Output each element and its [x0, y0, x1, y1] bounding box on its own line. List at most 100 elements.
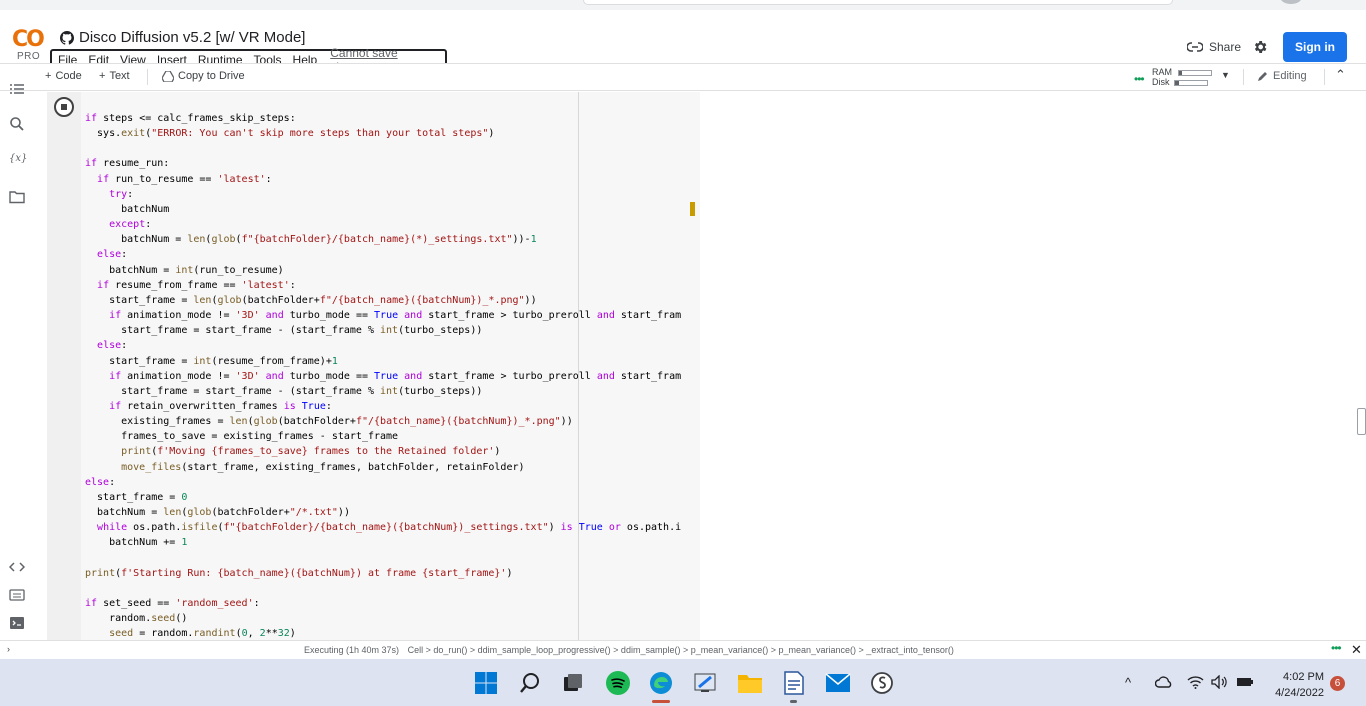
warning-marker	[690, 202, 695, 216]
search-icon[interactable]	[9, 116, 25, 132]
code-line[interactable]: if animation_mode != '3D' and turbo_mode…	[85, 308, 681, 323]
code-line[interactable]: batchNum = len(glob(batchFolder+"/*.txt"…	[85, 505, 681, 520]
chevron-up-icon[interactable]: ^	[1125, 675, 1131, 690]
share-button[interactable]: Share	[1187, 40, 1241, 54]
stop-execution-button[interactable]	[54, 97, 74, 117]
connected-dots-icon: •••	[1134, 72, 1145, 86]
status-bar: › Executing (1h 40m 37s) Cell > do_run()…	[0, 640, 1366, 659]
chevron-down-icon[interactable]: ▼	[1221, 70, 1230, 80]
add-text-button[interactable]: + Text	[99, 70, 130, 82]
ram-bar	[1178, 69, 1212, 76]
drive-icon	[162, 70, 174, 82]
code-line[interactable]: seed = random.randint(0, 2**32)	[85, 626, 681, 640]
system-clock[interactable]: 4:02 PM 4/24/2022	[1262, 669, 1324, 701]
code-line[interactable]: frames_to_save = existing_frames - start…	[85, 429, 681, 444]
file-explorer-icon[interactable]	[737, 670, 763, 696]
code-line[interactable]: print(f'Moving {frames_to_save} frames t…	[85, 444, 681, 459]
code-line[interactable]: print(f'Starting Run: {batch_name}({batc…	[85, 566, 681, 581]
code-line[interactable]: if steps <= calc_frames_skip_steps:	[85, 111, 681, 126]
add-text-label: Text	[109, 70, 130, 82]
code-line[interactable]: batchNum = len(glob(f"{batchFolder}/{bat…	[85, 232, 681, 247]
copy-to-drive-button[interactable]: Copy to Drive	[162, 70, 245, 82]
share-label: Share	[1209, 40, 1242, 54]
expand-icon[interactable]: ›	[7, 644, 10, 654]
pencil-icon	[1258, 72, 1267, 81]
command-palette-icon[interactable]	[9, 587, 25, 603]
scrollbar-thumb[interactable]	[1357, 408, 1366, 435]
code-line[interactable]: else:	[85, 338, 681, 353]
execution-trace: Cell > do_run() > ddim_sample_loop_progr…	[407, 645, 954, 655]
code-line[interactable]: existing_frames = len(glob(batchFolder+f…	[85, 414, 681, 429]
code-line[interactable]: while os.path.isfile(f"{batchFolder}/{ba…	[85, 520, 681, 535]
editing-label: Editing	[1273, 70, 1307, 82]
gear-icon[interactable]	[1252, 39, 1268, 55]
code-line[interactable]: start_frame = start_frame - (start_frame…	[85, 384, 681, 399]
volume-icon[interactable]	[1211, 675, 1227, 689]
app-icon[interactable]	[869, 670, 895, 696]
search-icon[interactable]	[517, 670, 543, 696]
code-snippets-icon[interactable]	[9, 559, 25, 575]
add-code-button[interactable]: + Code	[45, 70, 82, 82]
windows-taskbar: ^ 4:02 PM 4/24/2022 6	[0, 659, 1366, 706]
code-line[interactable]: except:	[85, 217, 681, 232]
variables-icon[interactable]: {x}	[9, 153, 27, 169]
spotify-icon[interactable]	[605, 670, 631, 696]
onedrive-icon[interactable]	[1155, 676, 1173, 688]
files-icon[interactable]	[9, 189, 25, 205]
github-icon	[60, 30, 74, 45]
close-icon[interactable]: ✕	[1351, 642, 1362, 658]
code-line[interactable]: if resume_run:	[85, 156, 681, 171]
code-line[interactable]: start_frame = 0	[85, 490, 681, 505]
code-line[interactable]: start_frame = int(resume_from_frame)+1	[85, 354, 681, 369]
active-app-indicator	[652, 700, 670, 703]
table-of-contents-icon[interactable]	[9, 81, 25, 97]
code-line[interactable]: if resume_from_frame == 'latest':	[85, 278, 681, 293]
code-line[interactable]: batchNum += 1	[85, 535, 681, 550]
pro-label: PRO	[17, 51, 41, 62]
code-line[interactable]: sys.exit("ERROR: You can't skip more ste…	[85, 126, 681, 141]
wifi-icon[interactable]	[1187, 675, 1204, 689]
notification-badge[interactable]: 6	[1330, 676, 1345, 691]
code-line[interactable]	[85, 581, 681, 596]
chevron-up-icon[interactable]: ⌃	[1335, 67, 1346, 83]
paint-icon[interactable]	[692, 670, 718, 696]
code-line[interactable]: start_frame = len(glob(batchFolder+f"/{b…	[85, 293, 681, 308]
toolbar-divider	[1243, 69, 1244, 85]
browser-strip	[0, 0, 1366, 10]
colab-header: CO PRO Disco Diffusion v5.2 [w/ VR Mode]…	[0, 10, 1366, 74]
code-line[interactable]: if run_to_resume == 'latest':	[85, 172, 681, 187]
code-line[interactable]: start_frame = start_frame - (start_frame…	[85, 323, 681, 338]
sign-in-button[interactable]: Sign in	[1283, 32, 1347, 62]
task-view-icon[interactable]	[560, 670, 586, 696]
terminal-icon[interactable]	[9, 615, 25, 631]
code-line[interactable]: else:	[85, 247, 681, 262]
code-line[interactable]: if set_seed == 'random_seed':	[85, 596, 681, 611]
code-line[interactable]: move_files(start_frame, existing_frames,…	[85, 460, 681, 475]
code-line[interactable]: random.seed()	[85, 611, 681, 626]
code-line[interactable]	[85, 551, 681, 566]
resource-monitor[interactable]: RAM Disk	[1152, 67, 1212, 87]
code-line[interactable]	[85, 141, 681, 156]
edge-icon[interactable]	[648, 670, 674, 696]
windows-start-icon[interactable]	[473, 670, 499, 696]
mail-icon[interactable]	[825, 670, 851, 696]
copy-to-drive-label: Copy to Drive	[178, 70, 245, 82]
code-line[interactable]: else:	[85, 475, 681, 490]
stop-icon	[61, 104, 67, 110]
colab-logo[interactable]: CO	[12, 27, 45, 52]
address-bar[interactable]	[583, 0, 1173, 5]
code-cell[interactable]: if steps <= calc_frames_skip_steps: sys.…	[47, 92, 700, 640]
execution-status: Executing (1h 40m 37s) Cell > do_run() >…	[304, 645, 954, 655]
notepad-icon[interactable]	[781, 670, 807, 696]
notebook-title[interactable]: Disco Diffusion v5.2 [w/ VR Mode]	[60, 29, 305, 46]
editing-mode-button[interactable]: Editing	[1257, 70, 1307, 82]
code-line[interactable]: batchNum = int(run_to_resume)	[85, 263, 681, 278]
code-line[interactable]: try:	[85, 187, 681, 202]
code-line[interactable]: if retain_overwritten_frames is True:	[85, 399, 681, 414]
code-editor[interactable]: if steps <= calc_frames_skip_steps: sys.…	[85, 111, 681, 640]
code-line[interactable]: if animation_mode != '3D' and turbo_mode…	[85, 369, 681, 384]
profile-avatar[interactable]	[1280, 0, 1302, 4]
code-line[interactable]: batchNum	[85, 202, 681, 217]
battery-icon[interactable]	[1236, 676, 1254, 688]
status-dots-icon: •••	[1331, 641, 1342, 655]
